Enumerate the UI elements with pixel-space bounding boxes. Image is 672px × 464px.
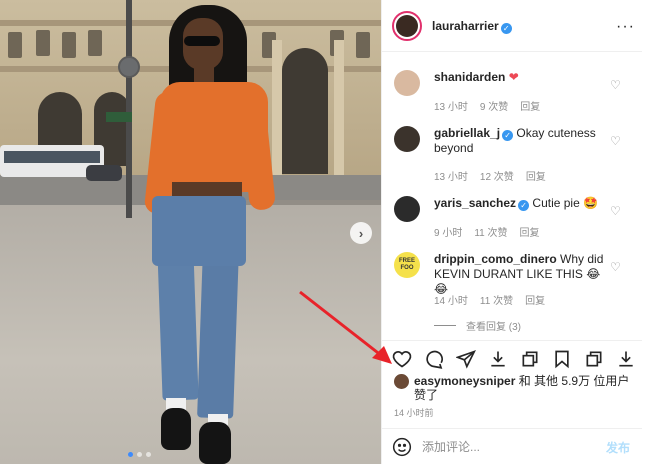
comment-likes[interactable]: 9 次赞: [480, 98, 508, 113]
carousel-next-button[interactable]: ›: [350, 222, 372, 244]
person-leg: [157, 249, 199, 401]
likes-summary: easymoneysniper 和 其他 5.9万 位用户 赞了: [394, 374, 634, 402]
likes-text: easymoneysniper 和 其他 5.9万 位用户 赞了: [394, 374, 634, 402]
post-timestamp: 14 小时前: [394, 408, 434, 418]
author-avatar[interactable]: [392, 11, 422, 41]
post-photo[interactable]: ›: [0, 0, 381, 464]
person-shirt: [160, 82, 268, 192]
more-horizontal-icon[interactable]: ···: [616, 18, 635, 36]
comment-like-heart-icon[interactable]: ♡: [610, 260, 621, 274]
building-column: [272, 40, 282, 180]
divider-line: [434, 325, 456, 326]
carousel-dot: [146, 452, 151, 457]
copy-icon[interactable]: [518, 347, 542, 371]
comment-body: Cutie pie: [532, 196, 580, 210]
comment-like-heart-icon[interactable]: ♡: [610, 78, 621, 92]
post-header: lauraharrier ✓ ···: [382, 0, 642, 52]
carousel-dot: [128, 452, 133, 457]
verified-badge-icon: ✓: [502, 130, 514, 141]
comment-username[interactable]: drippin_como_dinero: [434, 252, 557, 266]
comment-meta: 9 小时 11 次赞 回复: [434, 224, 540, 239]
view-replies-label: 查看回复 (3): [466, 322, 521, 333]
avatar-icon: [396, 15, 418, 37]
building-window: [36, 30, 50, 56]
person-leg: [197, 249, 239, 419]
chevron-right-icon: ›: [358, 225, 364, 241]
photo-street-sign: [106, 112, 132, 122]
comment-text: shanidarden ❤: [434, 70, 614, 85]
building-window: [8, 32, 22, 58]
person-jeans: [152, 196, 246, 266]
comment-avatar[interactable]: [394, 70, 420, 96]
comment-username[interactable]: yaris_sanchez: [434, 196, 516, 210]
heart-icon[interactable]: [390, 347, 414, 371]
comment-likes[interactable]: 11 次赞: [474, 224, 507, 239]
post-action-bar: [382, 340, 642, 376]
comment-like-heart-icon[interactable]: ♡: [610, 134, 621, 148]
comment-username[interactable]: gabriellak_j: [434, 126, 500, 140]
liker-avatar[interactable]: [394, 374, 409, 389]
person-sunglasses: [184, 36, 220, 46]
comment-avatar[interactable]: [394, 196, 420, 222]
comment-meta: 13 小时 9 次赞 回复: [434, 98, 540, 113]
carousel-dots: [128, 452, 151, 457]
comment-reply-button[interactable]: 回复: [520, 98, 540, 113]
comment-meta: 14 小时 11 次赞 回复: [434, 292, 545, 307]
building-arch: [282, 48, 328, 174]
download-icon[interactable]: [614, 347, 638, 371]
comment-input[interactable]: [422, 437, 582, 457]
instagram-post-modal: › lauraharrier ✓ ··· shanidarden ❤ 13 小时…: [0, 0, 672, 464]
heart-emoji: ❤: [508, 70, 519, 84]
bookmark-icon[interactable]: [550, 347, 574, 371]
comment-likes[interactable]: 12 次赞: [480, 168, 514, 183]
building-window: [356, 32, 370, 58]
building-window: [88, 30, 102, 56]
photo-pole: [126, 0, 132, 218]
bus-window: [4, 151, 100, 163]
emoji-icon[interactable]: [392, 437, 412, 457]
comment-avatar[interactable]: FREE FOO: [394, 252, 420, 278]
post-comment-button[interactable]: 发布: [606, 439, 630, 456]
comment-text: yaris_sanchez ✓ Cutie pie 🤩: [434, 196, 614, 211]
building-column: [334, 40, 344, 180]
author-name-row: lauraharrier ✓: [432, 19, 512, 34]
comment-reply-button[interactable]: 回复: [526, 168, 546, 183]
person-shoe: [199, 422, 231, 464]
comment-reply-button[interactable]: 回复: [525, 292, 545, 307]
liker-username[interactable]: easymoneysniper: [414, 374, 515, 388]
verified-badge-icon: ✓: [500, 23, 512, 34]
photo-street-sign: [118, 56, 140, 78]
comment-time: 13 小时: [434, 102, 468, 113]
carousel-dot: [137, 452, 142, 457]
author-username[interactable]: lauraharrier: [432, 19, 499, 33]
comment-icon[interactable]: [422, 347, 446, 371]
copy-icon[interactable]: [582, 347, 606, 371]
comment-likes[interactable]: 11 次赞: [480, 292, 513, 307]
comment-like-heart-icon[interactable]: ♡: [610, 204, 621, 218]
star-struck-emoji: 🤩: [583, 196, 599, 210]
share-icon[interactable]: [454, 347, 478, 371]
photo-car: [86, 165, 122, 181]
comment-text: drippin_como_dinero Why did KEVIN DURANT…: [434, 252, 614, 297]
add-comment-bar: 发布: [382, 428, 642, 464]
comment-time: 14 小时: [434, 296, 468, 307]
view-replies-button[interactable]: 查看回复 (3): [434, 318, 521, 333]
comment-avatar[interactable]: [394, 126, 420, 152]
comment-username[interactable]: shanidarden: [434, 70, 505, 84]
building-window: [62, 32, 76, 58]
verified-badge-icon: ✓: [518, 200, 530, 211]
post-sidebar: lauraharrier ✓ ··· shanidarden ❤ 13 小时 9 …: [381, 0, 672, 464]
comment-time: 13 小时: [434, 172, 468, 183]
download-icon[interactable]: [486, 347, 510, 371]
comment-time: 9 小时: [434, 228, 463, 239]
comment-reply-button[interactable]: 回复: [520, 224, 540, 239]
comment-meta: 13 小时 12 次赞 回复: [434, 168, 546, 183]
comment-text: gabriellak_j ✓ Okay cuteness beyond: [434, 126, 614, 156]
person-shoe: [161, 408, 191, 450]
